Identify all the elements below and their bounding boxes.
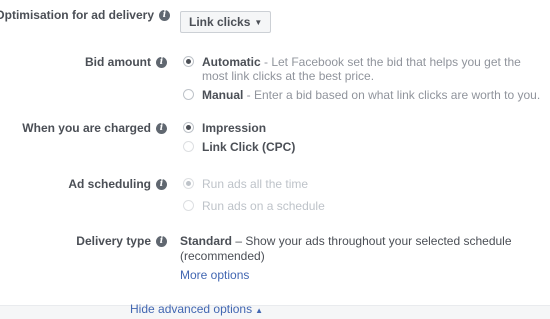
bid-manual-desc: - Enter a bid based on what link clicks …	[243, 88, 541, 102]
delivery-type-label: Delivery type i	[76, 234, 167, 248]
caret-up-icon: ▲	[255, 306, 264, 315]
optimisation-dropdown-value: Link clicks	[189, 15, 251, 29]
info-icon[interactable]: i	[156, 122, 167, 134]
footer-bar	[0, 305, 550, 319]
bid-automatic-title: Automatic	[202, 55, 261, 69]
charged-label-text: When you are charged	[22, 121, 151, 135]
charged-impression-text: Impression	[202, 121, 266, 135]
scheduling-all-time-text: Run ads all the time	[202, 177, 309, 191]
bid-manual-option[interactable]: Manual - Enter a bid based on what link …	[183, 88, 548, 102]
scheduling-all-time-radio[interactable]	[183, 178, 194, 189]
scheduling-schedule-radio[interactable]	[183, 200, 194, 211]
optimisation-label: Optimisation for ad delivery i	[0, 8, 170, 22]
scheduling-schedule-text: Run ads on a schedule	[202, 199, 325, 213]
delivery-type-label-text: Delivery type	[76, 234, 151, 248]
scheduling-all-time-option[interactable]: Run ads all the time	[183, 177, 548, 191]
charged-impression-option[interactable]: Impression	[183, 121, 548, 135]
bid-amount-label: Bid amount i	[85, 55, 167, 69]
hide-advanced-options-link[interactable]: Hide advanced options ▲	[130, 302, 263, 316]
optimisation-label-text: Optimisation for ad delivery	[0, 8, 154, 22]
caret-down-icon: ▼	[254, 17, 263, 27]
charged-label: When you are charged i	[22, 121, 167, 135]
optimisation-dropdown[interactable]: Link clicks ▼	[180, 11, 272, 33]
info-icon[interactable]: i	[156, 178, 167, 190]
bid-automatic-text: Automatic - Let Facebook set the bid tha…	[202, 55, 548, 83]
scheduling-schedule-option[interactable]: Run ads on a schedule	[183, 199, 548, 213]
charged-linkclick-text: Link Click (CPC)	[202, 140, 295, 154]
scheduling-label-text: Ad scheduling	[68, 177, 151, 191]
charged-linkclick-title: Link Click (CPC)	[202, 140, 296, 154]
more-options-link[interactable]: More options	[180, 268, 545, 283]
bid-manual-radio[interactable]	[183, 89, 194, 100]
hide-advanced-options-text: Hide advanced options	[130, 302, 253, 316]
bid-automatic-radio[interactable]	[183, 56, 194, 67]
bid-automatic-option[interactable]: Automatic - Let Facebook set the bid tha…	[183, 55, 548, 83]
charged-linkclick-radio[interactable]	[183, 141, 194, 152]
info-icon[interactable]: i	[156, 56, 167, 68]
info-icon[interactable]: i	[156, 235, 167, 247]
scheduling-label: Ad scheduling i	[68, 177, 167, 191]
charged-impression-title: Impression	[202, 121, 267, 135]
delivery-type-title: Standard	[180, 234, 233, 248]
bid-manual-text: Manual - Enter a bid based on what link …	[202, 88, 540, 102]
charged-impression-radio[interactable]	[183, 122, 194, 133]
charged-linkclick-option[interactable]: Link Click (CPC)	[183, 140, 548, 154]
bid-manual-title: Manual	[202, 88, 244, 102]
delivery-type-value: Standard – Show your ads throughout your…	[180, 234, 545, 264]
info-icon[interactable]: i	[159, 9, 170, 21]
bid-amount-label-text: Bid amount	[85, 55, 151, 69]
